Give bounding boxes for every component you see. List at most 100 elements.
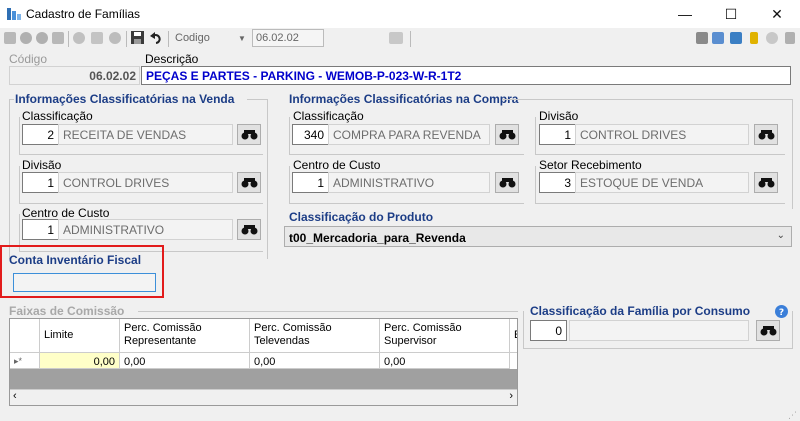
venda-centro-custo-code[interactable]: 1 xyxy=(22,219,59,240)
cell-limite[interactable]: 0,00 xyxy=(40,353,120,369)
header-comissao-televendas[interactable]: Perc. Comissão Televendas xyxy=(250,319,380,353)
binoculars-icon xyxy=(758,178,774,188)
undo-icon[interactable] xyxy=(150,31,163,44)
consumo-lookup-button[interactable] xyxy=(756,320,780,341)
venda-centro-custo-lookup-button[interactable] xyxy=(237,219,261,240)
compra-centro-custo-desc: ADMINISTRATIVO xyxy=(328,172,490,193)
venda-divisao-lookup-button[interactable] xyxy=(237,172,261,193)
refresh-icon[interactable] xyxy=(730,32,742,44)
grid-header: Limite Perc. Comissão Representante Perc… xyxy=(10,319,517,353)
field-border xyxy=(535,166,536,203)
group-border xyxy=(138,311,518,312)
binoculars-icon xyxy=(758,130,774,140)
header-limite[interactable]: Limite xyxy=(40,319,120,353)
compra-divisao-desc: CONTROL DRIVES xyxy=(575,124,749,145)
produto-title: Classificação do Produto xyxy=(289,210,434,224)
compra-divisao-label: Divisão xyxy=(539,109,579,123)
conta-input[interactable] xyxy=(13,273,156,292)
consumo-desc xyxy=(569,320,749,341)
scroll-right-icon[interactable]: › xyxy=(509,390,513,402)
venda-divisao-desc: CONTROL DRIVES xyxy=(58,172,233,193)
table-row[interactable]: ▸* 0,00 0,00 0,00 0,00 xyxy=(10,353,517,369)
close-button[interactable]: ✕ xyxy=(754,0,800,28)
descricao-field[interactable]: PEÇAS E PARTES - PARKING - WEMOB-P-023-W… xyxy=(141,66,791,85)
menu-icon[interactable] xyxy=(785,32,795,44)
row-indicator-icon: ▸* xyxy=(10,353,40,369)
group-border xyxy=(502,99,792,100)
previous-record-icon[interactable] xyxy=(20,32,32,44)
venda-divisao-code[interactable]: 1 xyxy=(22,172,59,193)
field-border xyxy=(19,117,20,154)
scroll-left-icon[interactable]: ‹ xyxy=(13,390,17,402)
last-record-icon[interactable] xyxy=(52,32,64,44)
compra-centro-custo-lookup-button[interactable] xyxy=(495,172,519,193)
group-border xyxy=(523,311,524,348)
produto-select-value: t00_Mercadoria_para_Revenda xyxy=(289,231,466,245)
compra-divisao-code[interactable]: 1 xyxy=(539,124,576,145)
group-border xyxy=(247,99,267,100)
search-icon[interactable] xyxy=(389,32,403,44)
codigo-label: Código xyxy=(9,52,48,66)
field-border xyxy=(289,154,524,155)
compra-group-title: Informações Classificatórias na Compra xyxy=(289,92,519,106)
field-border xyxy=(19,203,263,204)
find-icon[interactable] xyxy=(712,32,724,44)
venda-classificacao-desc: RECEITA DE VENDAS xyxy=(58,124,233,145)
next-record-icon[interactable] xyxy=(36,32,48,44)
binoculars-icon xyxy=(499,178,515,188)
compra-centro-custo-code[interactable]: 1 xyxy=(292,172,329,193)
compra-classificacao-code[interactable]: 340 xyxy=(292,124,329,145)
horizontal-scrollbar[interactable]: ‹ › xyxy=(10,389,517,405)
field-border xyxy=(289,166,290,203)
edit-record-icon[interactable] xyxy=(91,32,103,44)
venda-centro-custo-desc: ADMINISTRATIVO xyxy=(58,219,233,240)
header-truncated[interactable]: E xyxy=(510,319,517,353)
print-icon[interactable] xyxy=(696,32,708,44)
toolbar-separator xyxy=(168,31,169,47)
produto-select[interactable]: t00_Mercadoria_para_Revenda ⌄ xyxy=(284,226,792,247)
compra-divisao-lookup-button[interactable] xyxy=(754,124,778,145)
header-comissao-representante[interactable]: Perc. Comissão Representante xyxy=(120,319,250,353)
field-border xyxy=(19,166,20,203)
codigo-field: 06.02.02 xyxy=(9,66,140,85)
user-icon[interactable] xyxy=(766,32,778,44)
consumo-title: Classificação da Família por Consumo xyxy=(530,304,751,318)
compra-classificacao-desc: COMPRA PARA REVENDA xyxy=(328,124,490,145)
first-record-icon[interactable] xyxy=(4,32,16,44)
venda-classificacao-code[interactable]: 2 xyxy=(22,124,59,145)
compra-setor-code[interactable]: 3 xyxy=(539,172,576,193)
save-icon[interactable] xyxy=(131,31,144,44)
maximize-button[interactable]: ☐ xyxy=(708,0,754,28)
compra-setor-desc: ESTOQUE DE VENDA xyxy=(575,172,749,193)
delete-record-icon[interactable] xyxy=(109,32,121,44)
resize-grip-icon[interactable]: ⋰ xyxy=(788,410,798,420)
cell-comissao-televendas[interactable]: 0,00 xyxy=(250,353,380,369)
filter-icon[interactable] xyxy=(750,32,758,44)
new-record-icon[interactable] xyxy=(73,32,85,44)
group-border xyxy=(9,99,10,259)
field-border xyxy=(535,154,785,155)
help-icon[interactable]: ? xyxy=(775,305,788,318)
toolbar-separator xyxy=(68,31,69,47)
venda-centro-custo-label: Centro de Custo xyxy=(22,206,110,220)
faixas-title: Faixas de Comissão xyxy=(9,304,125,318)
window-title: Cadastro de Famílias xyxy=(26,7,141,21)
svg-text:?: ? xyxy=(779,308,784,318)
binoculars-icon xyxy=(241,130,257,140)
cell-comissao-representante[interactable]: 0,00 xyxy=(120,353,250,369)
chevron-down-icon[interactable]: ▼ xyxy=(238,34,246,43)
cell-comissao-supervisor[interactable]: 0,00 xyxy=(380,353,510,369)
field-border xyxy=(535,117,536,154)
venda-classificacao-label: Classificação xyxy=(22,109,93,123)
venda-divisao-label: Divisão xyxy=(22,158,62,172)
compra-setor-lookup-button[interactable] xyxy=(754,172,778,193)
compra-classificacao-label: Classificação xyxy=(293,109,364,123)
header-comissao-supervisor[interactable]: Perc. Comissão Supervisor xyxy=(380,319,510,353)
descricao-label: Descrição xyxy=(145,52,199,66)
minimize-button[interactable]: — xyxy=(662,0,708,28)
comissao-grid[interactable]: Limite Perc. Comissão Representante Perc… xyxy=(9,318,518,406)
compra-classificacao-lookup-button[interactable] xyxy=(495,124,519,145)
venda-classificacao-lookup-button[interactable] xyxy=(237,124,261,145)
consumo-code[interactable]: 0 xyxy=(530,320,567,341)
codigo-search-input[interactable]: 06.02.02 xyxy=(252,29,324,47)
